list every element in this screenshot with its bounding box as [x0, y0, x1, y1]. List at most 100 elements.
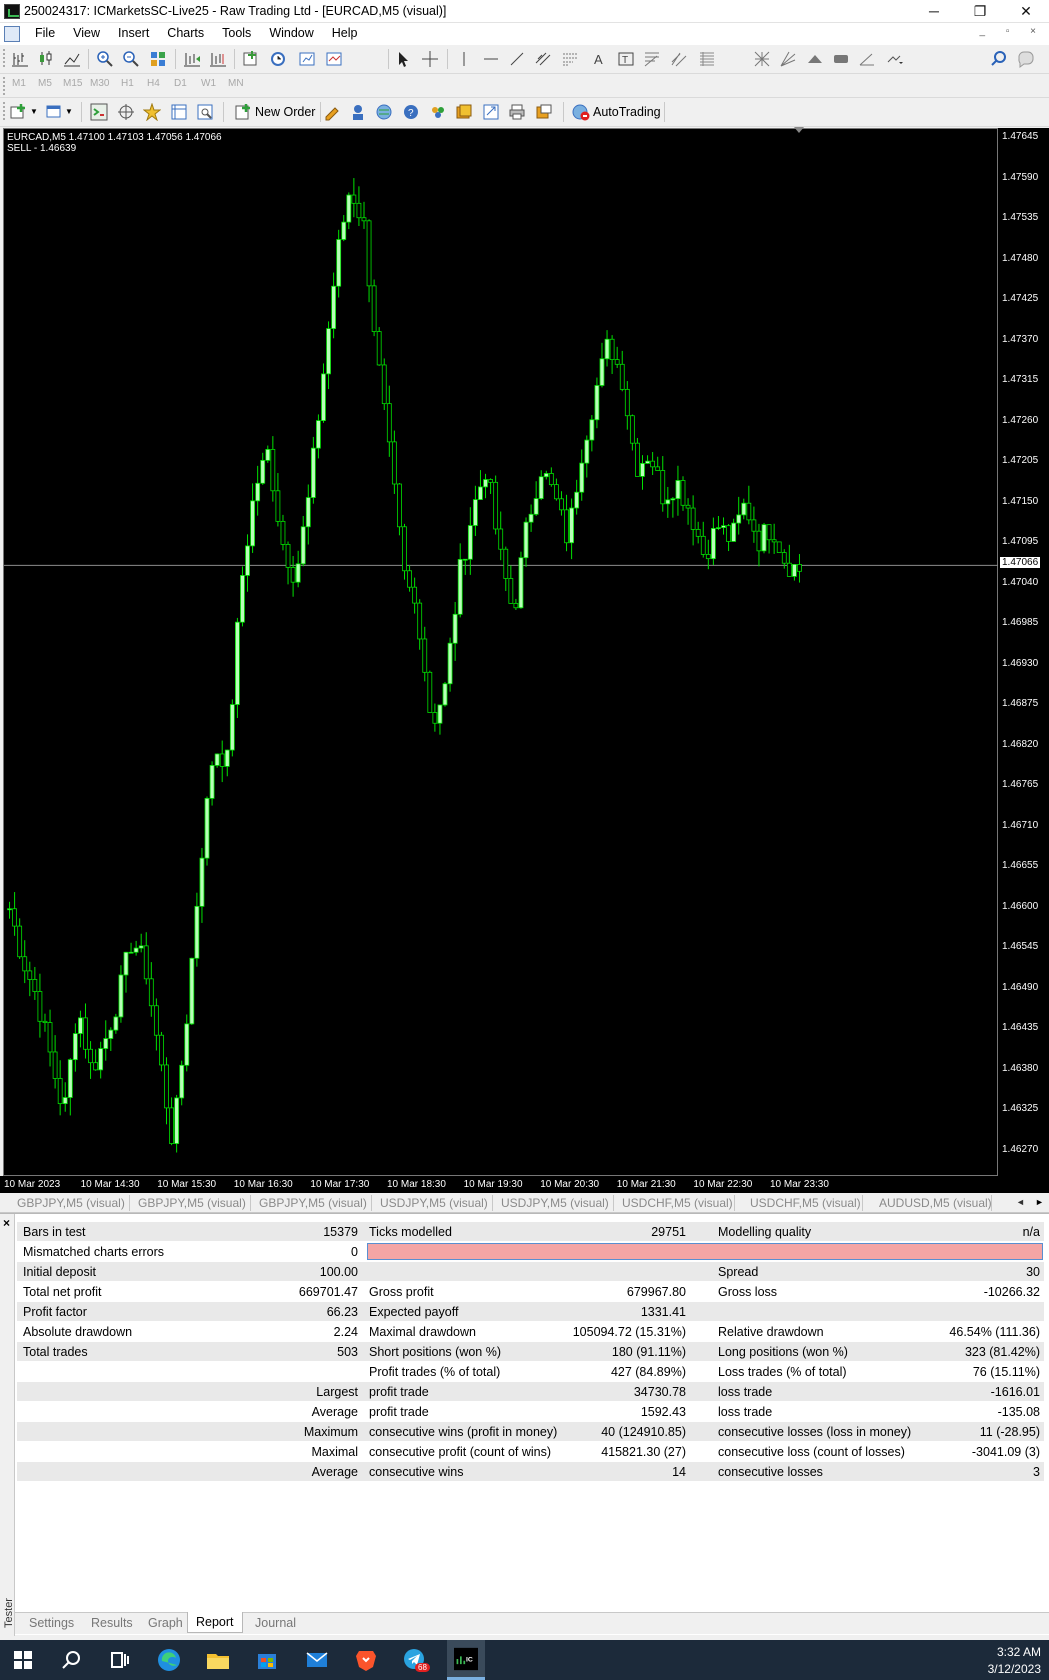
chart-tab[interactable]: USDCHF,M5 (visual): [622, 1196, 733, 1210]
terminal-icon[interactable]: [170, 103, 188, 121]
notifications-icon[interactable]: [1017, 50, 1035, 68]
menu-charts[interactable]: Charts: [158, 26, 213, 40]
chart-tab[interactable]: GBPJPY,M5 (visual): [138, 1196, 246, 1210]
close-button[interactable]: ✕: [1003, 0, 1049, 23]
chart-tab[interactable]: USDCHF,M5 (visual): [750, 1196, 861, 1210]
metatrader-taskbar-button[interactable]: IC: [447, 1640, 485, 1680]
new-order-icon[interactable]: [235, 103, 253, 121]
system-clock[interactable]: 3:32 AM 3/12/2023: [988, 1644, 1041, 1678]
menu-window[interactable]: Window: [260, 26, 322, 40]
rectangle-icon[interactable]: [832, 50, 850, 68]
print-icon[interactable]: [508, 103, 526, 121]
new-chart-dropdown-icon[interactable]: ▼: [30, 107, 38, 116]
mail-icon[interactable]: [302, 1646, 332, 1674]
brave-browser-icon[interactable]: [351, 1646, 381, 1674]
navigator-icon[interactable]: [143, 103, 161, 121]
arrows-dropdown-icon[interactable]: [886, 50, 904, 68]
fibo-levels-icon[interactable]: [698, 50, 716, 68]
tester-tab-report[interactable]: Report: [187, 1612, 243, 1633]
community-icon[interactable]: [429, 103, 447, 121]
vps-icon[interactable]: [482, 103, 500, 121]
gann-fan-icon[interactable]: [779, 50, 797, 68]
auto-scroll-icon[interactable]: [183, 50, 201, 68]
tester-tab-graph[interactable]: Graph: [148, 1616, 183, 1630]
chart-tab[interactable]: GBPJPY,M5 (visual): [259, 1196, 367, 1210]
trendline-icon[interactable]: [508, 50, 526, 68]
chart-tab[interactable]: GBPJPY,M5 (visual): [17, 1196, 125, 1210]
periods-clock-icon[interactable]: [270, 50, 288, 68]
profiles-dropdown-icon[interactable]: ▼: [65, 107, 73, 116]
data-window-icon[interactable]: [117, 103, 135, 121]
tile-windows-icon[interactable]: [149, 50, 167, 68]
timeframe-mn[interactable]: MN: [228, 78, 244, 89]
zoom-in-icon[interactable]: [96, 50, 114, 68]
candlestick-icon[interactable]: [37, 50, 55, 68]
menu-file[interactable]: File: [26, 26, 64, 40]
chart-shift-marker[interactable]: [794, 127, 804, 133]
chart-tab[interactable]: AUDUSD,M5 (visual): [879, 1196, 992, 1210]
menu-view[interactable]: View: [64, 26, 109, 40]
tester-tab-journal[interactable]: Journal: [255, 1616, 296, 1630]
save-report-icon[interactable]: [535, 103, 553, 121]
mdi-window-controls[interactable]: _ ▫ ×: [979, 26, 1045, 37]
task-view-icon[interactable]: [104, 1646, 134, 1674]
windows-start-icon[interactable]: [8, 1646, 38, 1674]
metaeditor-icon[interactable]: [323, 103, 341, 121]
bar-chart-icon[interactable]: [11, 50, 29, 68]
market-watch-icon[interactable]: [90, 103, 108, 121]
timeframe-m15[interactable]: M15: [63, 78, 82, 89]
profiles-icon[interactable]: [45, 103, 63, 121]
chart-shift-icon[interactable]: [209, 50, 227, 68]
autotrading-icon[interactable]: [572, 103, 590, 121]
menu-tools[interactable]: Tools: [213, 26, 260, 40]
restore-button[interactable]: ❐: [957, 0, 1003, 23]
edge-browser-icon[interactable]: [154, 1646, 184, 1674]
file-explorer-icon[interactable]: [203, 1646, 233, 1674]
fibo-fan-icon[interactable]: [643, 50, 661, 68]
templates-icon[interactable]: [298, 50, 316, 68]
microsoft-store-icon[interactable]: [252, 1646, 282, 1674]
vertical-line-icon[interactable]: [455, 50, 473, 68]
menu-insert[interactable]: Insert: [109, 26, 158, 40]
autotrading-button[interactable]: AutoTrading: [593, 105, 661, 119]
toolbar-grip[interactable]: [3, 102, 6, 120]
toolbar-grip[interactable]: [3, 49, 6, 67]
cursor-icon[interactable]: [394, 50, 412, 68]
market-globe-icon[interactable]: [375, 103, 393, 121]
search-icon[interactable]: [990, 50, 1008, 68]
timeframe-w1[interactable]: W1: [201, 78, 216, 89]
chart-tab[interactable]: USDJPY,M5 (visual): [380, 1196, 488, 1210]
timeframe-m1[interactable]: M1: [12, 78, 26, 89]
new-chart-icon[interactable]: [10, 103, 28, 121]
experts-icon[interactable]: [349, 103, 367, 121]
text-icon[interactable]: A: [590, 50, 608, 68]
price-chart[interactable]: EURCAD,M5 1.47100 1.47103 1.47056 1.4706…: [3, 127, 999, 1176]
chart-properties-icon[interactable]: [325, 50, 343, 68]
help-icon[interactable]: ?: [402, 103, 420, 121]
timeframe-m30[interactable]: M30: [90, 78, 109, 89]
timeframe-d1[interactable]: D1: [174, 78, 187, 89]
angle-icon[interactable]: [858, 50, 876, 68]
strategy-tester-icon[interactable]: [196, 103, 214, 121]
chart-tab[interactable]: USDJPY,M5 (visual): [501, 1196, 609, 1210]
tester-tab-settings[interactable]: Settings: [29, 1616, 74, 1630]
tester-tab-results[interactable]: Results: [91, 1616, 133, 1630]
indicators-list-icon[interactable]: [242, 50, 260, 68]
toolbar-grip[interactable]: [3, 77, 6, 95]
menu-help[interactable]: Help: [323, 26, 367, 40]
equidistant-channel-icon[interactable]: [534, 50, 552, 68]
search-taskbar-icon[interactable]: [56, 1646, 86, 1674]
zoom-out-icon[interactable]: [122, 50, 140, 68]
signals-icon[interactable]: [455, 103, 473, 121]
minimize-button[interactable]: ─: [911, 0, 957, 23]
gann-grid-icon[interactable]: [753, 50, 771, 68]
timeframe-h1[interactable]: H1: [121, 78, 134, 89]
tabs-scroll-left-icon[interactable]: ◄: [1016, 1197, 1025, 1207]
timeframe-m5[interactable]: M5: [38, 78, 52, 89]
fibonacci-icon[interactable]: [561, 50, 579, 68]
tabs-scroll-right-icon[interactable]: ►: [1035, 1197, 1044, 1207]
text-label-icon[interactable]: T: [617, 50, 635, 68]
timeframe-h4[interactable]: H4: [147, 78, 160, 89]
arrow-up-icon[interactable]: [806, 50, 824, 68]
close-tester-icon[interactable]: ×: [3, 1216, 10, 1230]
